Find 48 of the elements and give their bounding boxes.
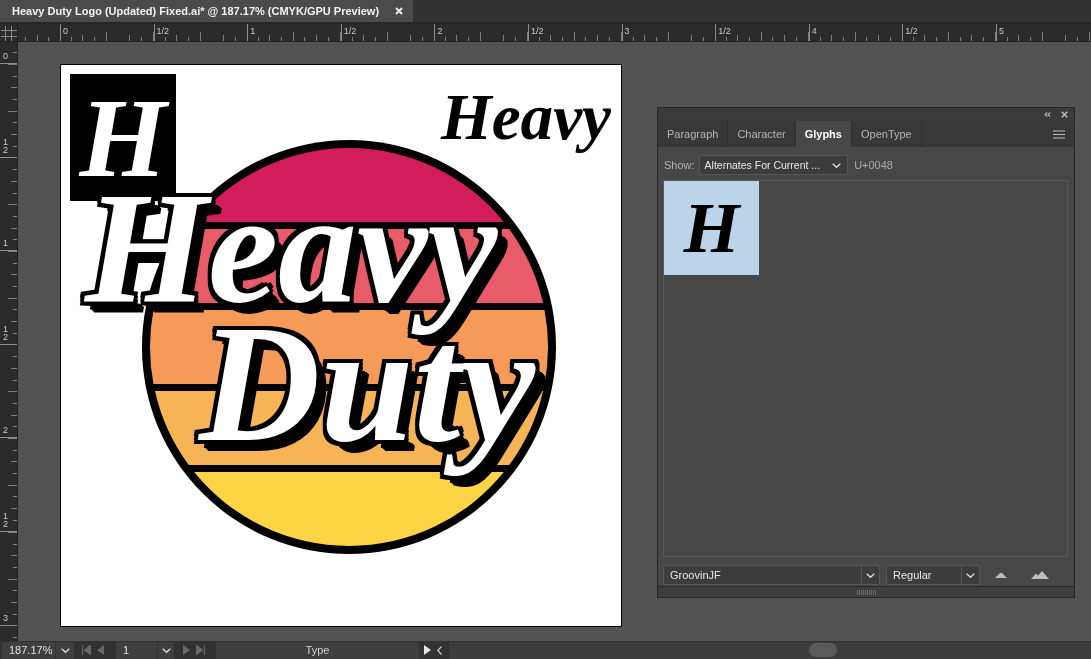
ruler-label: 1/2 <box>905 27 918 36</box>
chevron-left-icon[interactable] <box>437 645 442 655</box>
chevron-down-icon[interactable] <box>832 162 842 168</box>
show-label: Show: <box>664 159 695 171</box>
ruler-origin-icon[interactable] <box>1 26 17 41</box>
ruler-label: 1 <box>250 27 256 36</box>
page-field[interactable]: 1 <box>116 641 157 659</box>
ruler-label: 1/2 <box>530 27 544 36</box>
unicode-value: U+0048 <box>854 159 893 171</box>
ruler-label: 1/2 <box>718 27 731 36</box>
status-field[interactable]: Type <box>216 641 419 659</box>
small-mountain-icon[interactable] <box>995 572 1007 578</box>
glyph-cell[interactable]: H <box>664 181 759 275</box>
ruler-label: 1/2 <box>343 27 357 36</box>
ruler-label: 0 <box>63 27 68 36</box>
document-tab[interactable]: Heavy Duty Logo (Updated) Fixed.ai* @ 187.17% (CMYK/GPU Preview) <box>0 0 414 22</box>
scrollbar-thumb[interactable] <box>809 643 837 657</box>
chevron-down-icon[interactable] <box>161 647 171 653</box>
ruler-label: 12 <box>3 137 9 154</box>
zoom-field[interactable]: 187.17% <box>2 641 55 659</box>
font-family-dropdown[interactable]: GroovinJF <box>663 565 880 585</box>
gripper-icon[interactable] <box>856 589 876 595</box>
collapse-icon[interactable] <box>1044 112 1051 117</box>
ruler-label: 12 <box>3 511 9 528</box>
ruler-label: 4 <box>811 27 817 36</box>
font-style-dropdown[interactable]: Regular <box>886 565 980 585</box>
ruler-label: 2 <box>3 426 9 435</box>
ruler-label: 2 <box>437 27 443 36</box>
chevron-down-icon[interactable] <box>866 572 875 578</box>
triangle-right-icon[interactable] <box>424 645 431 655</box>
menu-icon[interactable] <box>1053 129 1065 139</box>
chevron-down-icon[interactable] <box>966 572 975 578</box>
chevron-down-icon[interactable] <box>60 647 70 653</box>
wordmark-text: Heavy <box>441 80 614 153</box>
ruler-label: 1 <box>3 239 9 248</box>
ruler-label: 1/2 <box>156 27 170 36</box>
show-dropdown[interactable]: Alternates For Current ... <box>698 155 849 175</box>
panel-tab[interactable]: Glyphs <box>795 121 852 147</box>
ruler-label: 0 <box>3 52 9 60</box>
close-icon[interactable] <box>1061 111 1068 118</box>
horizontal-scrollbar[interactable] <box>449 641 1091 659</box>
ruler-label: 3 <box>624 27 630 36</box>
ruler-label: 3 <box>3 613 9 622</box>
large-mountains-icon[interactable] <box>1031 571 1049 579</box>
ruler-label: 5 <box>998 27 1004 36</box>
ruler-label: 12 <box>3 324 9 341</box>
zoom-dropdown-button[interactable] <box>55 641 74 659</box>
page-dropdown-button[interactable] <box>157 641 174 659</box>
